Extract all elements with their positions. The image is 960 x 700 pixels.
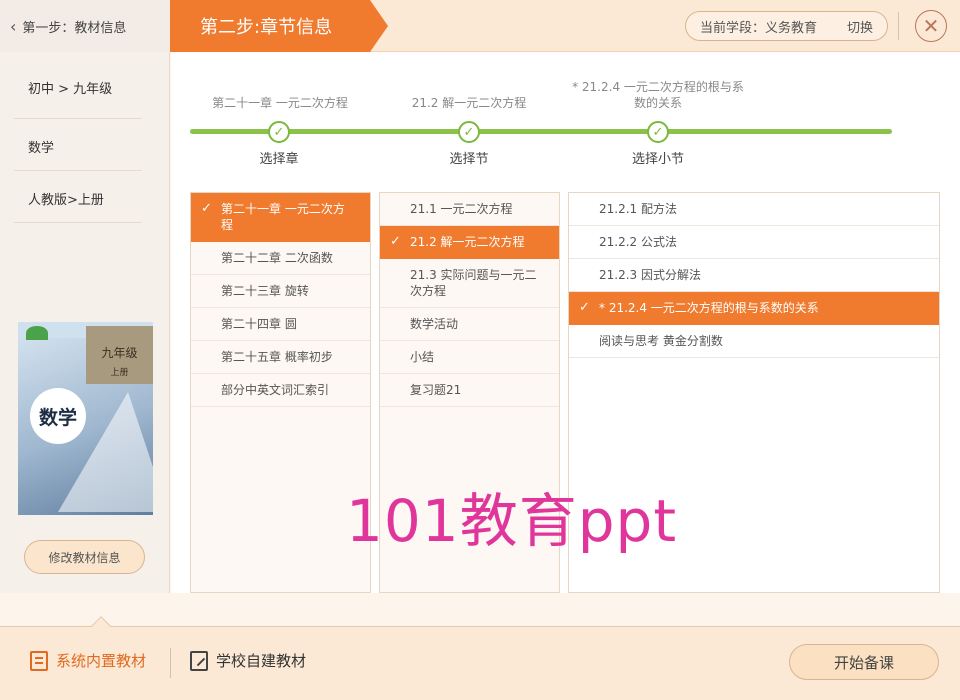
start-preparing-button[interactable]: 开始备课	[789, 644, 939, 680]
textbook-cover-image: 九年级 上册 数学	[18, 322, 153, 515]
check-icon: ✓	[201, 201, 212, 216]
section-item[interactable]: 21.1 一元二次方程	[380, 193, 559, 226]
cover-subject-badge: 数学	[30, 388, 86, 444]
tab-builtin-label: 系统内置教材	[56, 652, 147, 670]
subsection-item-label: 21.2.2 公式法	[599, 235, 677, 249]
sidebar-divider	[14, 118, 142, 119]
watermark-text: 101教育ppt	[346, 487, 678, 555]
chapter-item-label: 第二十三章 旋转	[221, 284, 309, 298]
publisher-logo-icon	[26, 326, 48, 340]
tab-school-textbook[interactable]: 学校自建教材	[190, 650, 306, 671]
chapter-item[interactable]: 第二十二章 二次函数	[191, 242, 370, 275]
chapter-item-label: 部分中英文词汇索引	[221, 383, 330, 397]
chapter-item[interactable]: 部分中英文词汇索引	[191, 374, 370, 407]
chapter-item[interactable]: 第二十五章 概率初步	[191, 341, 370, 374]
subsection-item[interactable]: 21.2.3 因式分解法	[569, 259, 939, 292]
chevron-left-icon: ‹	[10, 16, 17, 36]
close-icon: ✕	[922, 14, 940, 38]
progress-track	[190, 129, 892, 134]
check-icon: ✓	[463, 124, 475, 140]
step-label-subsection: 选择小节	[631, 152, 684, 167]
subsection-item[interactable]: 21.2.1 配方法	[569, 193, 939, 226]
check-icon: ✓	[390, 234, 401, 249]
progress-section-value: 21.2 解一元二次方程	[411, 96, 527, 110]
progress-node-section[interactable]: ✓	[458, 121, 480, 143]
check-icon: ✓	[652, 124, 664, 140]
progress-subsection-line2: 数的关系	[633, 96, 682, 110]
section-item[interactable]: ✓ 21.2 解一元二次方程	[380, 226, 559, 259]
sidebar-grade: 初中 > 九年级	[28, 82, 113, 97]
section-item-label: 复习题21	[410, 383, 462, 397]
close-button[interactable]: ✕	[915, 10, 947, 42]
section-item[interactable]: 小结	[380, 341, 559, 374]
subsection-item[interactable]: ✓ * 21.2.4 一元二次方程的根与系数的关系	[569, 292, 939, 325]
section-item[interactable]: 复习题21	[380, 374, 559, 407]
progress-subsection-value: * 21.2.4 一元二次方程的根与系 数的关系	[563, 79, 753, 111]
subsection-item-label: 阅读与思考 黄金分割数	[599, 334, 723, 348]
subsection-item-label: 21.2.3 因式分解法	[599, 268, 701, 282]
step-arrow	[370, 0, 388, 52]
progress-chapter-value: 第二十一章 一元二次方程	[212, 96, 348, 110]
textbook-sidebar: 初中 > 九年级 数学 人教版>上册 九年级 上册 数学 修改教材信息	[0, 52, 170, 593]
cover-grade-text: 九年级	[101, 346, 138, 360]
section-item-label-cont: 次方程	[410, 284, 447, 298]
subsection-item-label: * 21.2.4 一元二次方程的根与系数的关系	[599, 301, 819, 315]
sidebar-subject: 数学	[28, 141, 55, 156]
sidebar-divider	[14, 170, 142, 171]
section-item-label: 21.1 一元二次方程	[410, 202, 513, 216]
section-item-label: 21.2 解一元二次方程	[410, 235, 525, 249]
progress-subsection-line1: * 21.2.4 一元二次方程的根与系	[572, 80, 744, 94]
section-item-label: 小结	[410, 350, 435, 364]
chapter-item-label: 第二十四章 圆	[221, 317, 297, 331]
progress-node-chapter[interactable]: ✓	[268, 121, 290, 143]
chapter-item-label: 第二十二章 二次函数	[221, 251, 333, 265]
section-item-label: 21.3 实际问题与一元二	[410, 268, 537, 282]
chapter-item-label-cont: 程	[221, 218, 234, 232]
check-icon: ✓	[579, 300, 590, 315]
toolbar-divider	[898, 12, 899, 40]
check-icon: ✓	[273, 124, 285, 140]
modify-textbook-button[interactable]: 修改教材信息	[24, 540, 145, 574]
chapter-item-label: 第二十一章 一元二次方	[221, 202, 345, 216]
subsection-item[interactable]: 阅读与思考 黄金分割数	[569, 325, 939, 358]
step-label-section: 选择节	[449, 152, 489, 167]
cover-grade-band: 九年级 上册	[86, 326, 153, 384]
back-step-label: 第一步：教材信息	[22, 20, 127, 36]
tab-school-label: 学校自建教材	[216, 652, 307, 670]
section-item-label: 数学活动	[410, 317, 459, 331]
tab-builtin-textbook[interactable]: 系统内置教材	[30, 650, 146, 671]
back-step-button[interactable]: ‹ 第一步：教材信息	[0, 0, 170, 52]
progress-node-subsection[interactable]: ✓	[647, 121, 669, 143]
book-icon	[30, 650, 48, 671]
sidebar-divider	[14, 222, 142, 223]
stage-selector[interactable]: 当前学段：义务教育 切换	[685, 11, 888, 41]
section-item[interactable]: 21.3 实际问题与一元二 次方程	[380, 259, 559, 308]
section-item[interactable]: 数学活动	[380, 308, 559, 341]
chapter-item[interactable]: 第二十三章 旋转	[191, 275, 370, 308]
subsection-item[interactable]: 21.2.2 公式法	[569, 226, 939, 259]
chapter-item[interactable]: 第二十四章 圆	[191, 308, 370, 341]
switch-stage-button[interactable]: 切换	[847, 17, 873, 36]
current-step-title: 第二步:章节信息	[170, 0, 370, 52]
cover-volume-text: 上册	[110, 368, 129, 378]
chapter-item[interactable]: ✓ 第二十一章 一元二次方程	[191, 193, 370, 242]
stage-label: 当前学段：义务教育	[700, 20, 818, 36]
chapter-list: ✓ 第二十一章 一元二次方程第二十二章 二次函数 第二十三章 旋转 第二十四章 圆第二…	[190, 192, 371, 593]
chapter-item-label: 第二十五章 概率初步	[221, 350, 333, 364]
step-label-chapter: 选择章	[259, 152, 299, 167]
sidebar-edition: 人教版>上册	[28, 193, 104, 208]
edit-icon	[190, 650, 208, 671]
tab-divider	[170, 648, 171, 678]
subsection-item-label: 21.2.1 配方法	[599, 202, 677, 216]
